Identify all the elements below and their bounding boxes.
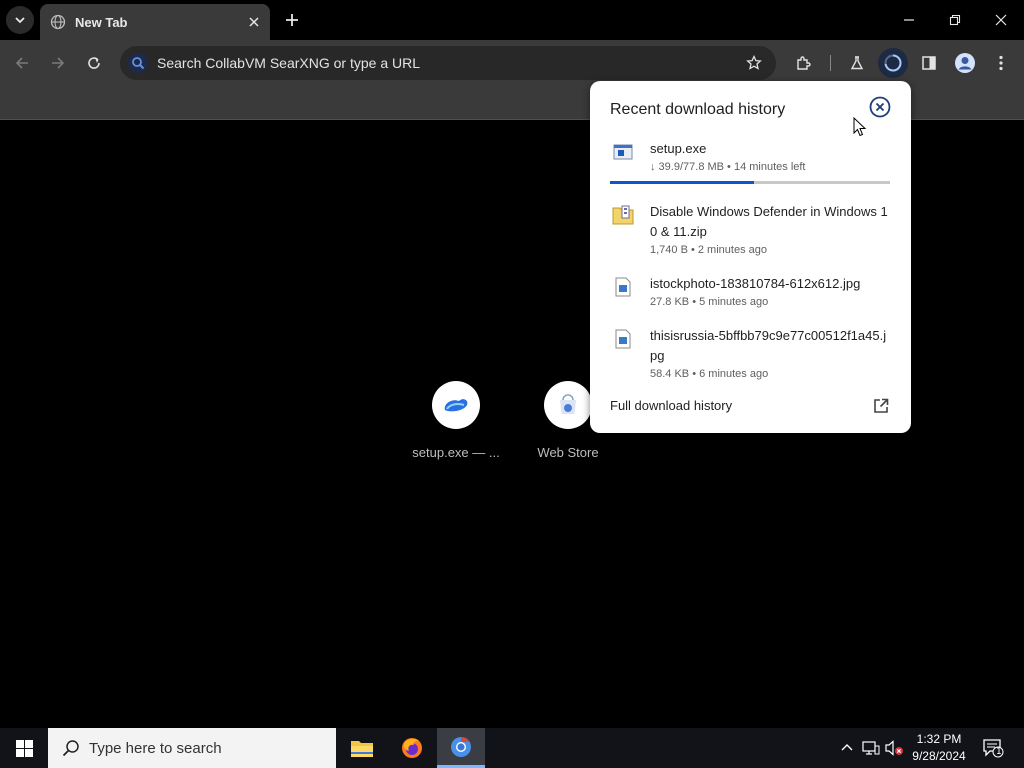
- arrow-right-icon: [52, 57, 65, 69]
- search-engine-icon: [128, 53, 148, 73]
- tab-new-tab[interactable]: New Tab: [40, 4, 270, 40]
- close-icon: [995, 14, 1007, 26]
- image-file-icon: [610, 274, 636, 300]
- cloud-app-icon: [444, 399, 468, 412]
- address-bar-placeholder: Search CollabVM SearXNG or type a URL: [157, 55, 420, 71]
- download-item-name: thisisrussia-5bffbb79c9e77c00512f1a45.jp…: [650, 326, 890, 382]
- reload-icon: [88, 57, 100, 69]
- puzzle-icon: [797, 56, 811, 70]
- shortcut-icon: [544, 381, 592, 429]
- download-item-status: 1,740 B • 2 minutes ago: [650, 244, 767, 256]
- plus-icon: [286, 14, 298, 26]
- download-progress-bar: [610, 181, 890, 184]
- minimize-button[interactable]: [886, 0, 932, 40]
- shortcut-icon: [432, 381, 480, 429]
- notification-count: 1: [996, 747, 1002, 757]
- download-progress-fill: [610, 181, 754, 184]
- screen: New Tab Search CollabVM SearXNG or type …: [0, 0, 1024, 768]
- folder-icon: [351, 741, 373, 757]
- taskbar-firefox[interactable]: [388, 728, 436, 768]
- clock-date: 9/28/2024: [912, 749, 966, 763]
- side-panel-button[interactable]: [914, 48, 944, 78]
- tab-search-button[interactable]: [6, 6, 34, 34]
- image-file-icon: [610, 326, 636, 352]
- mouse-cursor: [853, 116, 867, 137]
- close-icon: [869, 96, 891, 118]
- windows-logo-icon: [15, 739, 33, 757]
- shortcut-setup[interactable]: setup.exe — ...: [401, 381, 511, 460]
- download-item-status: 58.4 KB • 6 minutes ago: [650, 368, 769, 380]
- minimize-icon: [904, 19, 914, 21]
- taskbar-file-explorer[interactable]: [338, 728, 386, 768]
- toolbar-divider: [830, 55, 831, 71]
- download-progress-icon: [884, 54, 902, 72]
- labs-button[interactable]: [842, 48, 872, 78]
- network-icon: [862, 741, 880, 755]
- star-icon: [746, 55, 762, 70]
- download-item-name: istockphoto-183810784-612x612.jpg 27.8 K…: [650, 274, 890, 310]
- show-hidden-icons-button[interactable]: [837, 738, 857, 758]
- taskbar-search-placeholder: Type here to search: [89, 739, 222, 757]
- tab-title: New Tab: [75, 14, 128, 30]
- taskbar-clock[interactable]: 1:32 PM 9/28/2024: [900, 731, 978, 765]
- full-download-history-link[interactable]: Full download history: [610, 398, 732, 413]
- new-tab-button[interactable]: [280, 8, 304, 32]
- flask-icon: [850, 56, 864, 70]
- firefox-icon: [402, 738, 422, 758]
- avatar-icon: [955, 53, 975, 73]
- kebab-menu-icon: [999, 55, 1003, 71]
- close-icon: [249, 17, 259, 27]
- globe-icon: [50, 14, 66, 30]
- chevron-down-icon: [15, 17, 25, 24]
- network-tray-button[interactable]: [861, 738, 881, 758]
- download-item-name: setup.exe ↓ 39.9/77.8 MB • 14 minutes le…: [650, 139, 890, 175]
- profile-button[interactable]: [950, 48, 980, 78]
- restore-icon: [949, 14, 961, 26]
- action-center-button[interactable]: 1: [980, 736, 1006, 760]
- search-icon: [61, 738, 81, 758]
- reload-button[interactable]: [79, 48, 109, 78]
- forward-button[interactable]: [43, 48, 73, 78]
- exe-icon: [610, 139, 636, 165]
- download-bubble-title: Recent download history: [610, 101, 786, 118]
- back-button[interactable]: [7, 48, 37, 78]
- zip-icon: [610, 202, 636, 228]
- chevron-up-icon: [841, 744, 853, 751]
- extensions-button[interactable]: [789, 48, 819, 78]
- close-window-button[interactable]: [978, 0, 1024, 40]
- arrow-left-icon: [15, 57, 28, 69]
- download-bubble-close-button[interactable]: [869, 96, 891, 118]
- download-item-status: 27.8 KB • 5 minutes ago: [650, 296, 769, 308]
- start-button[interactable]: [0, 728, 48, 768]
- restore-button[interactable]: [932, 0, 978, 40]
- address-bar[interactable]: Search CollabVM SearXNG or type a URL: [120, 46, 776, 80]
- open-in-new-icon[interactable]: [872, 397, 890, 415]
- chrome-icon: [451, 736, 471, 757]
- taskbar-search-box[interactable]: Type here to search: [48, 728, 336, 768]
- web-store-icon: [560, 394, 576, 414]
- downloads-button[interactable]: [878, 48, 908, 78]
- download-item-status: ↓ 39.9/77.8 MB • 14 minutes left: [650, 161, 806, 173]
- browser-toolbar: Search CollabVM SearXNG or type a URL: [0, 40, 1024, 86]
- side-panel-icon: [922, 56, 936, 70]
- menu-button[interactable]: [986, 48, 1016, 78]
- tab-close-button[interactable]: [244, 12, 264, 32]
- tab-strip: New Tab: [0, 0, 1024, 40]
- bookmark-star-button[interactable]: [740, 49, 768, 77]
- shortcut-label: setup.exe — ...: [412, 445, 500, 460]
- taskbar-chrome[interactable]: [437, 728, 485, 768]
- download-item-name: Disable Windows Defender in Windows 10 &…: [650, 202, 890, 258]
- taskbar: Type here to search 1:32 PM 9/28/2024 1: [0, 728, 1024, 768]
- shortcut-label: Web Store: [537, 445, 599, 460]
- clock-time: 1:32 PM: [916, 732, 962, 746]
